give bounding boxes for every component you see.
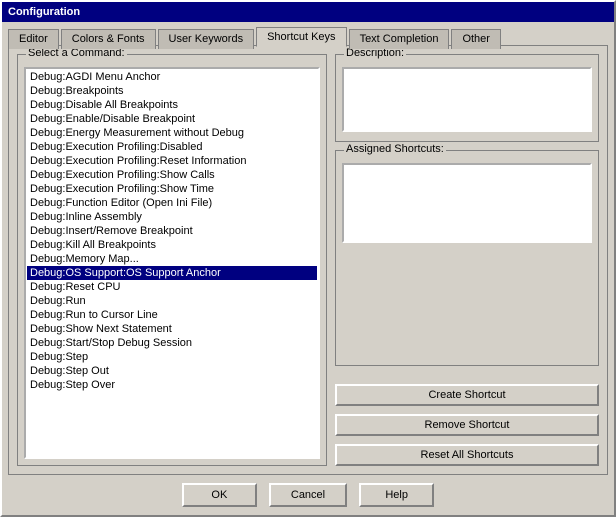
command-list-item[interactable]: Debug:Disable All Breakpoints (27, 98, 317, 112)
command-list-item[interactable]: Debug:Show Next Statement (27, 322, 317, 336)
left-panel: Select a Command: Debug:AGDI Menu Anchor… (17, 54, 327, 466)
command-list-item[interactable]: Debug:Execution Profiling:Reset Informat… (27, 154, 317, 168)
command-list-item[interactable]: Debug:Execution Profiling:Show Time (27, 182, 317, 196)
tab-colors-fonts[interactable]: Colors & Fonts (61, 29, 156, 49)
tab-user-keywords[interactable]: User Keywords (158, 29, 255, 49)
command-list-item[interactable]: Debug:Run to Cursor Line (27, 308, 317, 322)
command-list-item[interactable]: Debug:Execution Profiling:Disabled (27, 140, 317, 154)
command-list-item[interactable]: Debug:Enable/Disable Breakpoint (27, 112, 317, 126)
command-list-item[interactable]: Debug:Run (27, 294, 317, 308)
command-list-item[interactable]: Debug:Breakpoints (27, 84, 317, 98)
command-list-item[interactable]: Debug:Insert/Remove Breakpoint (27, 224, 317, 238)
command-list-item[interactable]: Debug:Step (27, 350, 317, 364)
command-list-item[interactable]: Debug:Function Editor (Open Ini File) (27, 196, 317, 210)
tab-shortcut-keys[interactable]: Shortcut Keys (256, 27, 346, 47)
tabs-container: Editor Colors & Fonts User Keywords Shor… (8, 26, 608, 46)
action-buttons: Create Shortcut Remove Shortcut Reset Al… (335, 374, 599, 466)
command-list-item[interactable]: Debug:AGDI Menu Anchor (27, 70, 317, 84)
shortcuts-textarea[interactable] (342, 163, 592, 243)
command-list-item[interactable]: Debug:Execution Profiling:Show Calls (27, 168, 317, 182)
tab-text-completion[interactable]: Text Completion (349, 29, 450, 49)
command-list-item[interactable]: Debug:Step Out (27, 364, 317, 378)
command-list-item[interactable]: Debug:OS Support:OS Support Anchor (27, 266, 317, 280)
right-panel: Description: Assigned Shortcuts: Create … (335, 54, 599, 466)
description-textarea[interactable] (342, 67, 592, 132)
command-list[interactable]: Debug:AGDI Menu AnchorDebug:BreakpointsD… (26, 69, 318, 457)
command-list-item[interactable]: Debug:Inline Assembly (27, 210, 317, 224)
command-list-item[interactable]: Debug:Kill All Breakpoints (27, 238, 317, 252)
main-content: Select a Command: Debug:AGDI Menu Anchor… (17, 54, 599, 466)
command-group: Select a Command: Debug:AGDI Menu Anchor… (17, 54, 327, 466)
reset-shortcuts-button[interactable]: Reset All Shortcuts (335, 444, 599, 466)
ok-button[interactable]: OK (182, 483, 257, 507)
command-list-container[interactable]: Debug:AGDI Menu AnchorDebug:BreakpointsD… (24, 67, 320, 459)
tab-other[interactable]: Other (451, 29, 501, 49)
cancel-button[interactable]: Cancel (269, 483, 347, 507)
command-list-item[interactable]: Debug:Step Over (27, 378, 317, 392)
description-group: Description: (335, 54, 599, 142)
shortcuts-label: Assigned Shortcuts: (344, 143, 446, 155)
title-bar: Configuration (2, 2, 614, 22)
command-list-item[interactable]: Debug:Memory Map... (27, 252, 317, 266)
command-list-item[interactable]: Debug:Start/Stop Debug Session (27, 336, 317, 350)
help-button[interactable]: Help (359, 483, 434, 507)
tab-panel: Select a Command: Debug:AGDI Menu Anchor… (8, 45, 608, 475)
tab-editor[interactable]: Editor (8, 29, 59, 49)
create-shortcut-button[interactable]: Create Shortcut (335, 384, 599, 406)
command-list-item[interactable]: Debug:Reset CPU (27, 280, 317, 294)
command-list-item[interactable]: Debug:Energy Measurement without Debug (27, 126, 317, 140)
configuration-window: Configuration Editor Colors & Fonts User… (0, 0, 616, 517)
remove-shortcut-button[interactable]: Remove Shortcut (335, 414, 599, 436)
window-title: Configuration (8, 6, 80, 18)
bottom-buttons: OK Cancel Help (2, 475, 614, 515)
shortcuts-group: Assigned Shortcuts: (335, 150, 599, 366)
